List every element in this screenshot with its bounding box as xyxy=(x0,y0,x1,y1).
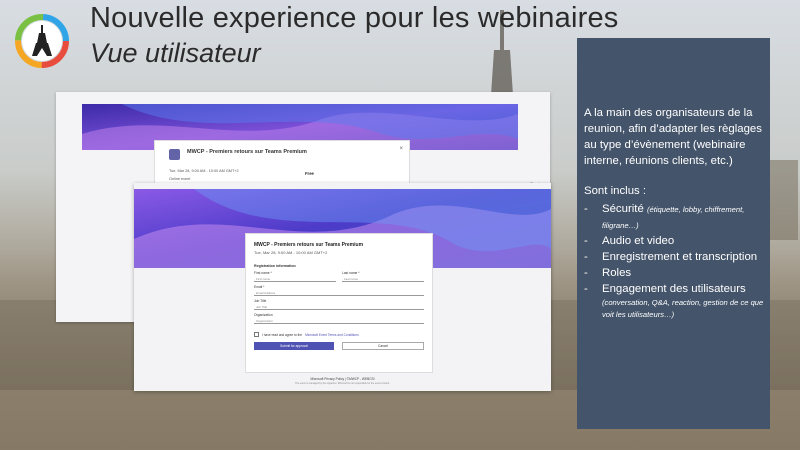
list-item: - Enregistrement et transcription xyxy=(584,249,764,265)
email-label: Email * xyxy=(254,285,265,289)
job-title-label: Job Title xyxy=(254,299,267,303)
info-panel: A la main des organisateurs de la reunio… xyxy=(577,38,770,429)
first-name-input[interactable]: First name xyxy=(254,276,336,282)
feature-label: Audio et video xyxy=(602,235,675,247)
feature-label: Roles xyxy=(602,267,632,279)
feature-label: Sécurité xyxy=(602,203,644,215)
list-item: - Sécurité (étiquette, lobby, chiffremen… xyxy=(584,201,764,233)
page-footer: Microsoft Privacy Policy | ©MWCP - WEBCS… xyxy=(310,377,375,381)
event-title: MWCP - Premiers retours sur Teams Premiu… xyxy=(254,242,364,248)
registration-section-title: Registration information xyxy=(254,264,296,268)
bullet-dash: - xyxy=(584,251,588,263)
organization-input[interactable]: Organization xyxy=(254,318,424,324)
panel-lead: Sont inclus : xyxy=(584,185,647,197)
terms-text: I have read and agree to the xyxy=(262,332,303,337)
event-location: Online event xyxy=(169,177,191,181)
registration-page-screenshot: MWCP - Premiers retours sur Teams Premiu… xyxy=(134,183,551,391)
bullet-dash: - xyxy=(584,267,588,279)
submit-button[interactable]: Submit for approval xyxy=(254,342,334,350)
slide-title: Nouvelle experience pour les webinaires xyxy=(90,2,619,34)
event-title: MWCP - Premiers retours sur Teams Premiu… xyxy=(187,149,307,155)
last-name-label: Last name * xyxy=(342,271,360,275)
feature-list: - Sécurité (étiquette, lobby, chiffremen… xyxy=(584,201,764,321)
paris-eiffel-logo-icon xyxy=(15,14,69,68)
feature-label: Enregistrement et transcription xyxy=(602,251,758,263)
email-input[interactable]: Email Address xyxy=(254,290,424,296)
list-item: - Audio et video xyxy=(584,233,764,249)
registration-form: MWCP - Premiers retours sur Teams Premiu… xyxy=(245,233,433,373)
terms-link[interactable]: Microsoft Event Terms and Conditions xyxy=(305,333,359,337)
feature-note: (conversation, Q&A, reaction, gestion de… xyxy=(602,298,764,319)
teams-calendar-icon xyxy=(169,149,180,160)
bullet-dash: - xyxy=(584,235,588,247)
job-title-input[interactable]: Job Title xyxy=(254,304,424,310)
first-name-label: First name * xyxy=(254,271,272,275)
page-footer-disclaimer: The event is managed by the organizer. M… xyxy=(295,382,390,385)
cancel-button[interactable]: Cancel xyxy=(342,342,424,350)
event-date: Tue, Mar 28, 9:00 AM - 10:00 AM GMT+2 xyxy=(169,169,239,173)
bullet-dash: - xyxy=(584,203,588,215)
event-price: Free xyxy=(305,171,314,176)
bullet-dash: - xyxy=(584,283,588,295)
list-item: - Engagement des utilisateurs (conversat… xyxy=(584,281,764,321)
list-item: - Roles xyxy=(584,265,764,281)
close-icon[interactable]: × xyxy=(399,146,403,152)
event-date: Tue, Mar 28, 9:00 AM - 10:00 AM GMT+2 xyxy=(254,250,328,255)
last-name-input[interactable]: Last name xyxy=(342,276,424,282)
organization-label: Organization xyxy=(254,313,273,317)
terms-checkbox[interactable] xyxy=(254,332,259,337)
panel-intro: A la main des organisateurs de la reunio… xyxy=(584,107,762,167)
slide-subtitle: Vue utilisateur xyxy=(90,38,261,68)
feature-label: Engagement des utilisateurs xyxy=(602,283,746,295)
